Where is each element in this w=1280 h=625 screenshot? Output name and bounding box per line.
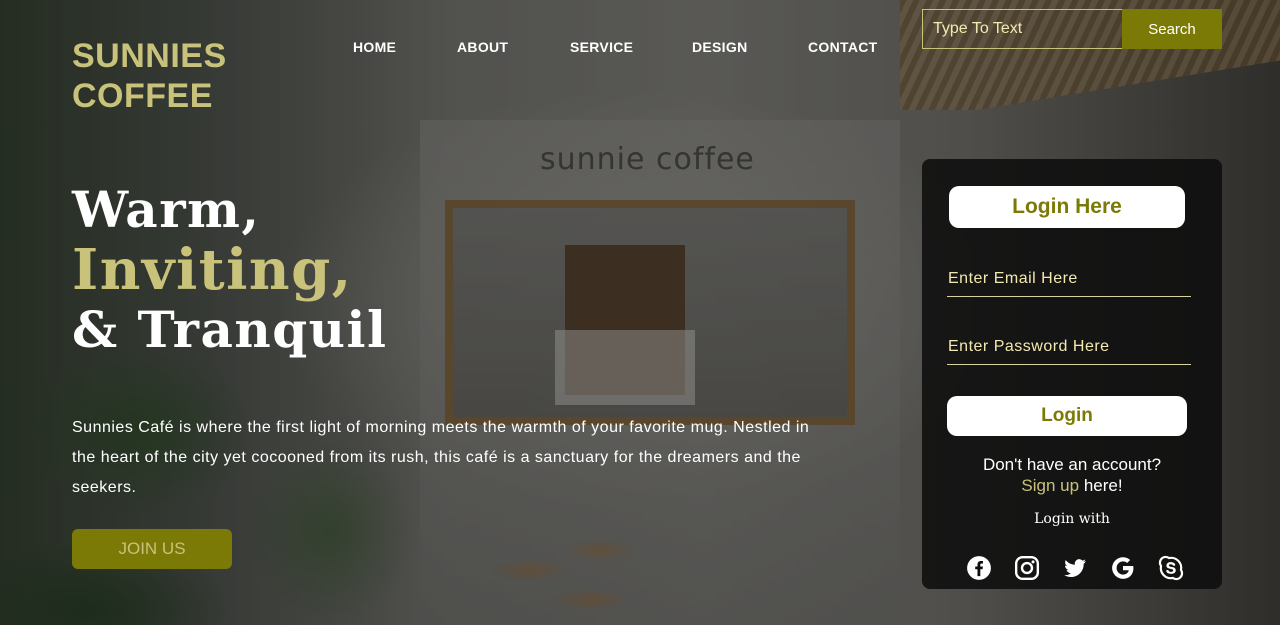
password-field-wrapper	[947, 330, 1191, 365]
password-field[interactable]	[947, 330, 1191, 364]
skype-icon[interactable]	[1158, 555, 1184, 581]
twitter-icon[interactable]	[1062, 555, 1088, 581]
hero-paragraph: Sunnies Café is where the first light of…	[72, 419, 810, 496]
login-with-label: Login with	[1034, 511, 1110, 527]
nav-contact[interactable]: CONTACT	[808, 39, 878, 55]
login-title: Login Here	[949, 186, 1185, 228]
search-button[interactable]: Search	[1122, 9, 1222, 49]
nav-about[interactable]: ABOUT	[457, 39, 508, 55]
signup-prompt: Don't have an account? Sign up here!	[922, 454, 1222, 496]
facebook-icon[interactable]	[966, 555, 992, 581]
nav-home[interactable]: HOME	[353, 39, 396, 55]
email-field-wrapper	[947, 262, 1191, 297]
google-icon[interactable]	[1110, 555, 1136, 581]
nav-design[interactable]: DESIGN	[692, 39, 747, 55]
signup-link[interactable]: Sign up	[1021, 476, 1079, 495]
brand-logo[interactable]: SUNNIES COFFEE	[72, 36, 227, 116]
hero-headline: Warm, Inviting, & Tranquil	[72, 180, 388, 360]
join-us-button[interactable]: JOIN US	[72, 529, 232, 569]
signup-line: Sign up here!	[922, 475, 1222, 496]
hero-line-1: Warm,	[72, 180, 261, 239]
instagram-icon[interactable]	[1014, 555, 1040, 581]
nav-service[interactable]: SERVICE	[570, 39, 633, 55]
social-login-icons	[966, 555, 1184, 581]
hero-line-3: & Tranquil	[72, 300, 388, 359]
signup-suffix: here!	[1079, 476, 1123, 495]
search-input[interactable]	[922, 9, 1122, 49]
brand-line-1: SUNNIES	[72, 37, 227, 75]
brand-line-2: COFFEE	[72, 77, 213, 115]
email-field[interactable]	[947, 262, 1191, 296]
no-account-text: Don't have an account?	[982, 455, 1162, 474]
login-button[interactable]: Login	[947, 396, 1187, 436]
hero-line-2: Inviting,	[72, 237, 353, 303]
search-bar: Search	[922, 9, 1222, 49]
login-panel: Login Here Login Don't have an account? …	[922, 159, 1222, 589]
